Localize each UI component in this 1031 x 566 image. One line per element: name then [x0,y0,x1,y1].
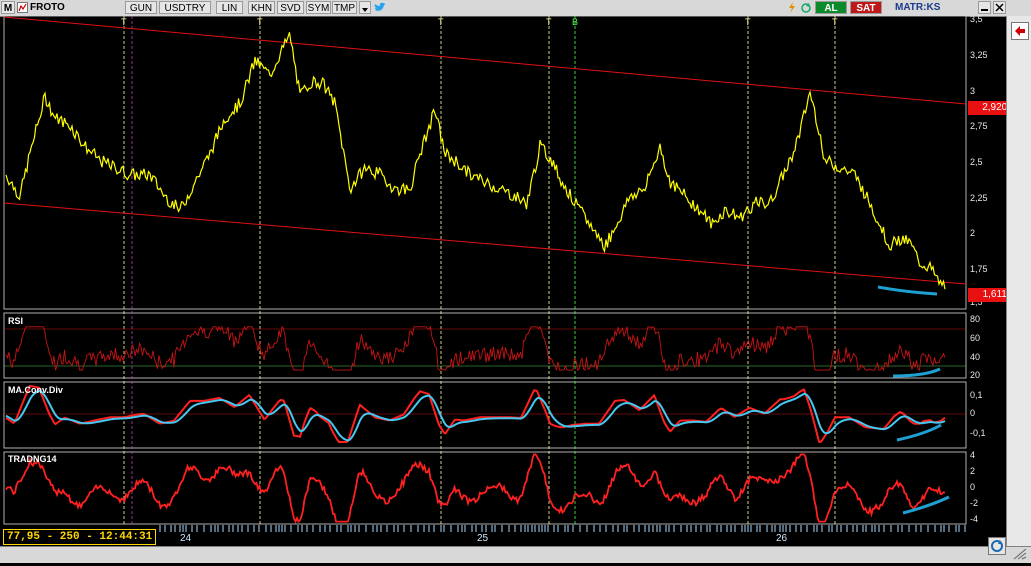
trading-tick-label: -2 [970,498,979,508]
rsi-tick-label: 60 [970,333,981,343]
close-button[interactable] [993,1,1006,14]
rsi-tick-label: 20 [970,370,981,380]
date-label: 25 [477,533,489,544]
trading-tick-label: 4 [970,450,976,460]
resize-grip-icon [1013,548,1027,560]
refresh-icon[interactable] [800,1,812,14]
date-label: 24 [180,533,192,544]
lightning-icon[interactable] [786,1,798,14]
dropdown-arrow-icon[interactable] [359,1,371,14]
marker-label: T [121,17,127,27]
y-tick-label: 2,5 [970,157,983,167]
left-arrow-icon [1015,26,1025,36]
marker-label: B [572,17,579,27]
toolbar-sym-button[interactable]: SYM [306,1,331,14]
y-tick-label: 2,75 [970,121,988,131]
chart-area[interactable] [0,16,1006,546]
macd-tick-label: 0,1 [970,390,983,400]
minimize-icon [981,9,988,11]
toolbar-usdtry-button[interactable]: USDTRY [159,1,211,14]
symbol-label[interactable]: FROTO [30,1,110,14]
buy-button[interactable]: AL [815,1,847,14]
marker-label: T [438,17,444,27]
y-tick-label: 3,25 [970,50,988,60]
logo-button[interactable]: M [1,1,15,14]
scroll-handle[interactable] [1010,547,1028,561]
rsi-tick-label: 80 [970,314,981,324]
y-tick-label: 1,75 [970,264,988,274]
toolbar-svd-button[interactable]: SVD [277,1,304,14]
toolbar-khn-button[interactable]: KHN [248,1,275,14]
main-pane[interactable] [3,16,967,310]
chart-type-icon[interactable] [17,2,28,13]
trading-label: TRADNG14 [8,454,57,464]
side-panel [1006,16,1031,546]
macd-pane[interactable] [3,381,967,449]
twitter-icon[interactable] [373,1,387,14]
rsi-label: RSI [8,316,24,326]
trading-tick-label: 2 [970,466,976,476]
minimize-button[interactable] [978,1,991,14]
sync-icon [991,540,1003,552]
toolbar-lin-button[interactable]: LIN [216,1,243,14]
bottom-bar [0,537,1031,563]
y-tick-label: 3,5 [970,14,983,24]
y-tick-label: 2 [970,228,976,238]
rsi-tick-label: 40 [970,352,981,362]
rsi-pane[interactable] [3,312,967,379]
status-readout: 77,95 - 250 - 12:44:31 [3,529,157,545]
toolbar-tmp-button[interactable]: TMP [332,1,357,14]
y-tick-label: 2,25 [970,193,988,203]
brand-logo: MATR:KS [895,2,941,13]
trading-tick-label: 0 [970,482,976,492]
back-arrow-button[interactable] [1011,22,1029,40]
marker-label: T [257,17,263,27]
y-tick-label: 3 [970,86,976,96]
trading-tick-label: -4 [970,514,979,524]
toolbar: M FROTO GUN USDTRY LIN KHN SVD SYM TMP A… [0,0,1031,17]
sync-button[interactable] [988,537,1006,555]
marker-label: T [745,17,751,27]
macd-tick-label: -0,1 [970,428,986,438]
date-label: 26 [776,533,788,544]
marker-label: T [546,17,552,27]
macd-label: MA.Conv.Div [8,385,63,395]
macd-tick-label: 0 [970,408,976,418]
toolbar-gun-button[interactable]: GUN [125,1,157,14]
sell-button[interactable]: SAT [850,1,882,14]
close-icon [995,3,1004,12]
marker-label: T [832,17,838,27]
